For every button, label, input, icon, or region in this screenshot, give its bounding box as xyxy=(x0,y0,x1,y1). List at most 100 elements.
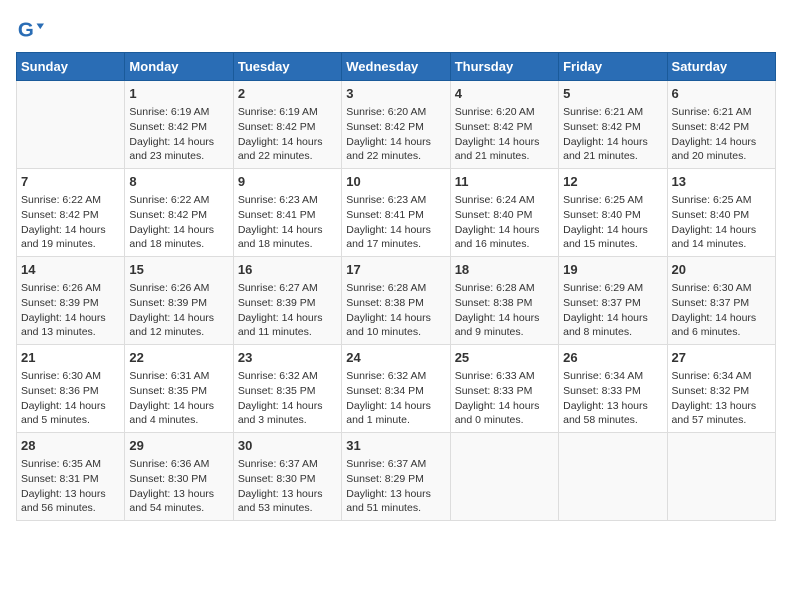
cell-content: Sunrise: 6:28 AM Sunset: 8:38 PM Dayligh… xyxy=(455,281,554,340)
calendar-cell: 3 Sunrise: 6:20 AM Sunset: 8:42 PM Daylig… xyxy=(342,81,450,169)
cell-content: Sunrise: 6:19 AM Sunset: 8:42 PM Dayligh… xyxy=(129,105,228,164)
calendar-cell xyxy=(559,433,667,521)
calendar-week-row: 21Sunrise: 6:30 AM Sunset: 8:36 PM Dayli… xyxy=(17,345,776,433)
day-number: 10 xyxy=(346,173,445,191)
calendar-cell: 15 Sunrise: 6:26 AM Sunset: 8:39 PM Dayli… xyxy=(125,257,233,345)
day-number: 1 xyxy=(129,85,228,103)
cell-content: Sunrise: 6:24 AM Sunset: 8:40 PM Dayligh… xyxy=(455,193,554,252)
logo: G xyxy=(16,16,48,44)
calendar-cell: 31 Sunrise: 6:37 AM Sunset: 8:29 PM Dayli… xyxy=(342,433,450,521)
cell-content: Sunrise: 6:22 AM Sunset: 8:42 PM Dayligh… xyxy=(21,193,120,252)
cell-content: Sunrise: 6:34 AM Sunset: 8:32 PM Dayligh… xyxy=(672,369,771,428)
calendar-week-row: 28 Sunrise: 6:35 AM Sunset: 8:31 PM Dayli… xyxy=(17,433,776,521)
logo-icon: G xyxy=(16,16,44,44)
cell-content: Sunrise: 6:21 AM Sunset: 8:42 PM Dayligh… xyxy=(672,105,771,164)
calendar-cell: 17 Sunrise: 6:28 AM Sunset: 8:38 PM Dayli… xyxy=(342,257,450,345)
cell-content: Sunrise: 6:22 AM Sunset: 8:42 PM Dayligh… xyxy=(129,193,228,252)
day-number: 26 xyxy=(563,349,662,367)
calendar-week-row: 7 Sunrise: 6:22 AM Sunset: 8:42 PM Daylig… xyxy=(17,169,776,257)
day-number: 20 xyxy=(672,261,771,279)
day-number: 5 xyxy=(563,85,662,103)
header-wednesday: Wednesday xyxy=(342,53,450,81)
cell-content: Sunrise: 6:25 AM Sunset: 8:40 PM Dayligh… xyxy=(672,193,771,252)
cell-content: Sunrise: 6:31 AM Sunset: 8:35 PM Dayligh… xyxy=(129,369,228,428)
calendar-cell: 6 Sunrise: 6:21 AM Sunset: 8:42 PM Daylig… xyxy=(667,81,775,169)
calendar-cell: 14 Sunrise: 6:26 AM Sunset: 8:39 PM Dayli… xyxy=(17,257,125,345)
day-number: 13 xyxy=(672,173,771,191)
cell-content: Sunrise: 6:20 AM Sunset: 8:42 PM Dayligh… xyxy=(455,105,554,164)
day-number: 2 xyxy=(238,85,337,103)
calendar-cell xyxy=(17,81,125,169)
cell-content: Sunrise: 6:26 AM Sunset: 8:39 PM Dayligh… xyxy=(129,281,228,340)
calendar-cell xyxy=(450,433,558,521)
day-number: 17 xyxy=(346,261,445,279)
calendar-week-row: 14 Sunrise: 6:26 AM Sunset: 8:39 PM Dayli… xyxy=(17,257,776,345)
calendar-cell: 30Sunrise: 6:37 AM Sunset: 8:30 PM Dayli… xyxy=(233,433,341,521)
day-number: 31 xyxy=(346,437,445,455)
header-friday: Friday xyxy=(559,53,667,81)
day-number: 29 xyxy=(129,437,228,455)
cell-content: Sunrise: 6:25 AM Sunset: 8:40 PM Dayligh… xyxy=(563,193,662,252)
cell-content: Sunrise: 6:36 AM Sunset: 8:30 PM Dayligh… xyxy=(129,457,228,516)
day-number: 4 xyxy=(455,85,554,103)
day-number: 22 xyxy=(129,349,228,367)
day-number: 7 xyxy=(21,173,120,191)
calendar-cell: 16 Sunrise: 6:27 AM Sunset: 8:39 PM Dayli… xyxy=(233,257,341,345)
calendar-cell: 18 Sunrise: 6:28 AM Sunset: 8:38 PM Dayli… xyxy=(450,257,558,345)
calendar-cell: 23 Sunrise: 6:32 AM Sunset: 8:35 PM Dayli… xyxy=(233,345,341,433)
day-number: 18 xyxy=(455,261,554,279)
cell-content: Sunrise: 6:37 AM Sunset: 8:29 PM Dayligh… xyxy=(346,457,445,516)
cell-content: Sunrise: 6:27 AM Sunset: 8:39 PM Dayligh… xyxy=(238,281,337,340)
calendar-cell: 27Sunrise: 6:34 AM Sunset: 8:32 PM Dayli… xyxy=(667,345,775,433)
cell-content: Sunrise: 6:35 AM Sunset: 8:31 PM Dayligh… xyxy=(21,457,120,516)
cell-content: Sunrise: 6:37 AM Sunset: 8:30 PM Dayligh… xyxy=(238,457,337,516)
day-number: 25 xyxy=(455,349,554,367)
day-number: 3 xyxy=(346,85,445,103)
cell-content: Sunrise: 6:30 AM Sunset: 8:37 PM Dayligh… xyxy=(672,281,771,340)
day-number: 8 xyxy=(129,173,228,191)
header-thursday: Thursday xyxy=(450,53,558,81)
calendar-cell: 20 Sunrise: 6:30 AM Sunset: 8:37 PM Dayli… xyxy=(667,257,775,345)
cell-content: Sunrise: 6:20 AM Sunset: 8:42 PM Dayligh… xyxy=(346,105,445,164)
calendar-cell: 29 Sunrise: 6:36 AM Sunset: 8:30 PM Dayli… xyxy=(125,433,233,521)
day-number: 16 xyxy=(238,261,337,279)
day-number: 21 xyxy=(21,349,120,367)
header-tuesday: Tuesday xyxy=(233,53,341,81)
calendar-cell xyxy=(667,433,775,521)
cell-content: Sunrise: 6:32 AM Sunset: 8:35 PM Dayligh… xyxy=(238,369,337,428)
day-number: 6 xyxy=(672,85,771,103)
calendar-cell: 21Sunrise: 6:30 AM Sunset: 8:36 PM Dayli… xyxy=(17,345,125,433)
header-sunday: Sunday xyxy=(17,53,125,81)
header-monday: Monday xyxy=(125,53,233,81)
calendar-cell: 5 Sunrise: 6:21 AM Sunset: 8:42 PM Daylig… xyxy=(559,81,667,169)
day-number: 23 xyxy=(238,349,337,367)
day-number: 15 xyxy=(129,261,228,279)
calendar-cell: 24Sunrise: 6:32 AM Sunset: 8:34 PM Dayli… xyxy=(342,345,450,433)
calendar-week-row: 1 Sunrise: 6:19 AM Sunset: 8:42 PM Daylig… xyxy=(17,81,776,169)
calendar-cell: 8 Sunrise: 6:22 AM Sunset: 8:42 PM Daylig… xyxy=(125,169,233,257)
day-number: 19 xyxy=(563,261,662,279)
calendar-cell: 19 Sunrise: 6:29 AM Sunset: 8:37 PM Dayli… xyxy=(559,257,667,345)
cell-content: Sunrise: 6:19 AM Sunset: 8:42 PM Dayligh… xyxy=(238,105,337,164)
day-number: 14 xyxy=(21,261,120,279)
calendar-cell: 10Sunrise: 6:23 AM Sunset: 8:41 PM Dayli… xyxy=(342,169,450,257)
cell-content: Sunrise: 6:29 AM Sunset: 8:37 PM Dayligh… xyxy=(563,281,662,340)
calendar-cell: 2 Sunrise: 6:19 AM Sunset: 8:42 PM Daylig… xyxy=(233,81,341,169)
calendar-cell: 1 Sunrise: 6:19 AM Sunset: 8:42 PM Daylig… xyxy=(125,81,233,169)
day-number: 24 xyxy=(346,349,445,367)
page-header: G xyxy=(16,16,776,44)
day-number: 28 xyxy=(21,437,120,455)
calendar-cell: 4 Sunrise: 6:20 AM Sunset: 8:42 PM Daylig… xyxy=(450,81,558,169)
calendar-cell: 7 Sunrise: 6:22 AM Sunset: 8:42 PM Daylig… xyxy=(17,169,125,257)
cell-content: Sunrise: 6:33 AM Sunset: 8:33 PM Dayligh… xyxy=(455,369,554,428)
calendar-table: SundayMondayTuesdayWednesdayThursdayFrid… xyxy=(16,52,776,521)
calendar-cell: 22 Sunrise: 6:31 AM Sunset: 8:35 PM Dayli… xyxy=(125,345,233,433)
calendar-cell: 9Sunrise: 6:23 AM Sunset: 8:41 PM Daylig… xyxy=(233,169,341,257)
cell-content: Sunrise: 6:28 AM Sunset: 8:38 PM Dayligh… xyxy=(346,281,445,340)
day-number: 12 xyxy=(563,173,662,191)
cell-content: Sunrise: 6:21 AM Sunset: 8:42 PM Dayligh… xyxy=(563,105,662,164)
day-number: 9 xyxy=(238,173,337,191)
cell-content: Sunrise: 6:26 AM Sunset: 8:39 PM Dayligh… xyxy=(21,281,120,340)
calendar-cell: 13 Sunrise: 6:25 AM Sunset: 8:40 PM Dayli… xyxy=(667,169,775,257)
calendar-header-row: SundayMondayTuesdayWednesdayThursdayFrid… xyxy=(17,53,776,81)
